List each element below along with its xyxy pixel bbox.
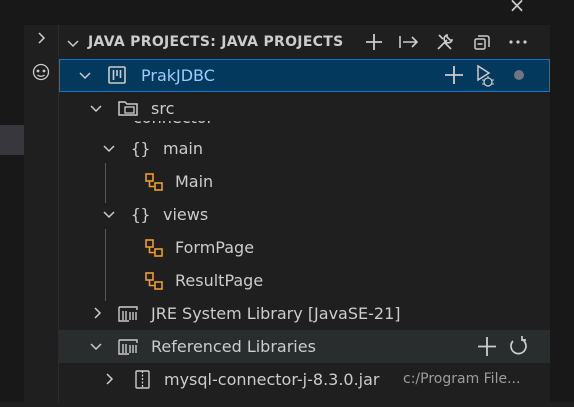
chevron-down-icon[interactable] [65, 35, 81, 55]
project-label: PrakJDBC [141, 66, 215, 85]
chevron-right-icon[interactable] [89, 297, 105, 330]
chevron-down-icon[interactable] [88, 92, 104, 125]
chevron-right-icon[interactable] [33, 30, 49, 50]
referenced-libraries-label: Referenced Libraries [151, 337, 316, 356]
class-resultpage-label: ResultPage [175, 271, 264, 290]
panel-header: JAVA PROJECTS: JAVA PROJECTS [59, 25, 550, 59]
copilot-icon[interactable] [31, 62, 51, 86]
tree-item-jar[interactable]: mysql-connector-j-8.3.0.jar c:/Program F… [59, 363, 550, 396]
collapse-all-icon[interactable] [471, 32, 493, 52]
active-item-highlight [0, 125, 24, 155]
tree-item-referenced-libraries[interactable]: Referenced Libraries [59, 330, 550, 363]
project-icon [107, 60, 127, 93]
package-icon: {} [131, 205, 151, 224]
tree-item-package-main[interactable]: {} main [59, 132, 550, 165]
jar-path-description: c:/Program File... [403, 371, 521, 387]
class-icon [143, 264, 165, 297]
class-icon [143, 231, 165, 264]
more-icon[interactable] [507, 32, 529, 52]
plus-icon[interactable] [363, 32, 385, 52]
chevron-down-icon[interactable] [77, 60, 93, 93]
right-edge-strip [550, 0, 574, 402]
chevron-down-icon[interactable] [101, 198, 117, 231]
window-close-button[interactable]: × [502, 0, 532, 20]
class-formpage-label: FormPage [175, 238, 255, 257]
chevron-down-icon[interactable] [101, 132, 117, 165]
class-icon [143, 165, 165, 198]
class-main-label: Main [175, 172, 214, 191]
run-debug-icon[interactable] [473, 60, 497, 93]
tree-item-class-resultpage[interactable]: ResultPage [59, 264, 550, 297]
tools-icon[interactable] [434, 32, 456, 52]
plus-icon[interactable] [444, 60, 464, 93]
panel-title[interactable]: JAVA PROJECTS: JAVA PROJECTS [88, 25, 344, 59]
jar-icon [133, 363, 153, 396]
chevron-down-icon[interactable] [88, 330, 104, 363]
library-icon [117, 297, 141, 330]
tree-item-jre-library[interactable]: JRE System Library [JavaSE-21] [59, 297, 550, 330]
library-icon [117, 330, 141, 363]
package-views-label: views [163, 205, 209, 224]
clipped-tree-item: connector [133, 121, 283, 129]
tree-item-class-formpage[interactable]: FormPage [59, 231, 550, 264]
link-arrow-icon[interactable] [398, 32, 420, 52]
clipped-label: connector [133, 121, 213, 127]
chevron-right-icon[interactable] [101, 363, 117, 396]
activity-gutter [24, 25, 59, 402]
editor-side-strip [0, 25, 24, 402]
tree-item-package-views[interactable]: {} views [59, 198, 550, 231]
package-icon: {} [131, 139, 151, 158]
package-main-label: main [163, 139, 203, 158]
jar-label: mysql-connector-j-8.3.0.jar [164, 370, 380, 389]
tree-item-class-main[interactable]: Main [59, 165, 550, 198]
java-projects-panel: JAVA PROJECTS: JAVA PROJECTS PrakJDBC sr… [59, 25, 550, 402]
status-dot [514, 70, 524, 80]
tree-item-project[interactable]: PrakJDBC [59, 59, 550, 92]
jre-library-label: JRE System Library [JavaSE-21] [151, 304, 401, 323]
title-bar: × [0, 0, 574, 25]
refresh-icon[interactable] [507, 330, 529, 363]
plus-icon[interactable] [477, 330, 497, 363]
